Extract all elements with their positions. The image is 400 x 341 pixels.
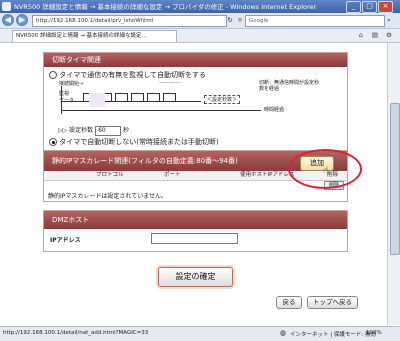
confirm-button[interactable]: 設定の確定 [158,267,233,287]
column-protocol: プロトコル [96,172,124,178]
timer-panel-header: 切断タイマ関連 [44,53,347,67]
no-auto-radio[interactable] [49,138,57,146]
page-content: 切断タイマ関連 タイマで通信の有無を監視して自動切断をする 接続開始→ ----… [0,43,387,325]
address-toolbar: ◀ ▶ http://192.168.100.1/detail/prv_isho… [0,13,400,29]
no-auto-option-label: タイマで自動切断しない(常時接続または手動切断) [59,138,219,146]
diagram-dash: ------------ [159,80,181,86]
tab-bar: NVR500 詳細設定と情報 → 基本接続の詳細な設定... ⌂ ▤ ⚙ [0,29,400,43]
column-port: ポート [164,172,181,178]
forward-nav-button[interactable]: ▶ [16,14,28,26]
globe-icon: ◍ [280,329,287,337]
ie-icon [2,2,11,11]
diagram-baseline [61,101,201,102]
monitor-option-label: タイマで通信の有無を監視して自動切断をする [59,71,207,79]
timer-diagram: 接続開始→ ------------ 切断：無通信時間が設定秒数を経過 監視 デ… [59,80,329,120]
timer-panel: 切断タイマ関連 タイマで通信の有無を監視して自動切断をする 接続開始→ ----… [43,52,348,154]
diagram-connect-label: 接続開始→ [59,81,84,87]
column-host-ip: 使用ホストIPアドレス [240,172,295,178]
top-button[interactable]: トップへ戻る [307,296,358,309]
tab-current[interactable]: NVR500 詳細設定と情報 → 基本接続の詳細な設定... [12,30,177,42]
search-input[interactable]: Google [245,15,385,27]
status-zone: インターネット | 保護モード: 無効 [290,332,376,338]
back-nav-button[interactable]: ◀ [2,14,14,26]
address-input[interactable]: http://192.168.100.1/detail/prv_ishoWhtm… [32,15,227,27]
seconds-label: ▷▷ 設定秒数 [58,127,94,134]
back-button[interactable]: 戻る [276,296,302,309]
tools-icon[interactable]: ⚙ [384,31,394,40]
monitor-radio[interactable] [49,71,57,79]
stop-icon[interactable]: ✕ [235,16,245,25]
dmz-ip-label: IPアドレス [50,237,81,244]
dmz-ip-input[interactable] [151,233,238,244]
zoom-level[interactable]: 100% [366,330,382,336]
maximize-button[interactable]: □ [362,1,377,13]
diagram-set-seconds: ＜設定秒数＞ [204,95,241,104]
diagram-shade [89,93,105,107]
status-bar: http://192.168.100.1/detail/nat_add.html… [0,326,400,341]
static-ip-empty-message: 静的IPマスカレードは設定されていません。 [48,193,168,200]
scrollbar-thumb[interactable] [390,103,400,255]
seconds-input[interactable]: 60 [95,125,122,136]
diagram-time-axis [61,110,261,111]
home-icon[interactable]: ⌂ [356,31,366,40]
refresh-icon[interactable]: ↻ [225,16,235,25]
status-url: http://192.168.100.1/detail/nat_add.html… [3,330,149,336]
page-icon[interactable]: ▤ [370,31,380,40]
cursor-hand-icon: ☝ [323,166,329,176]
vertical-scrollbar[interactable] [387,43,400,325]
window-title: NVR500 詳細設定と情報 → 基本接続の詳細な設定 → プロバイダの修正 -… [14,3,317,11]
diagram-elapsed-label: 時間経過 [264,107,285,113]
no-auto-option-row[interactable]: タイマで自動切断しない(常時接続または手動切断) [49,137,219,147]
seconds-row: ▷▷ 設定秒数 60 秒 [58,125,129,136]
diagram-cut-note: 切断：無通信時間が設定秒数を経過 [259,80,320,92]
close-button[interactable]: × [378,1,393,13]
seconds-unit: 秒 [122,127,129,134]
dmz-header: DMZホスト [44,211,347,229]
window-title-bar: NVR500 詳細設定と情報 → 基本接続の詳細な設定 → プロバイダの修正 -… [0,0,400,13]
dmz-panel: DMZホスト IPアドレス [43,210,348,252]
add-button[interactable]: 追加 [300,156,334,171]
monitor-option-row[interactable]: タイマで通信の有無を監視して自動切断をする [49,70,206,80]
minimize-button[interactable]: _ [346,1,361,13]
search-icon[interactable]: ⌕ [384,16,394,25]
